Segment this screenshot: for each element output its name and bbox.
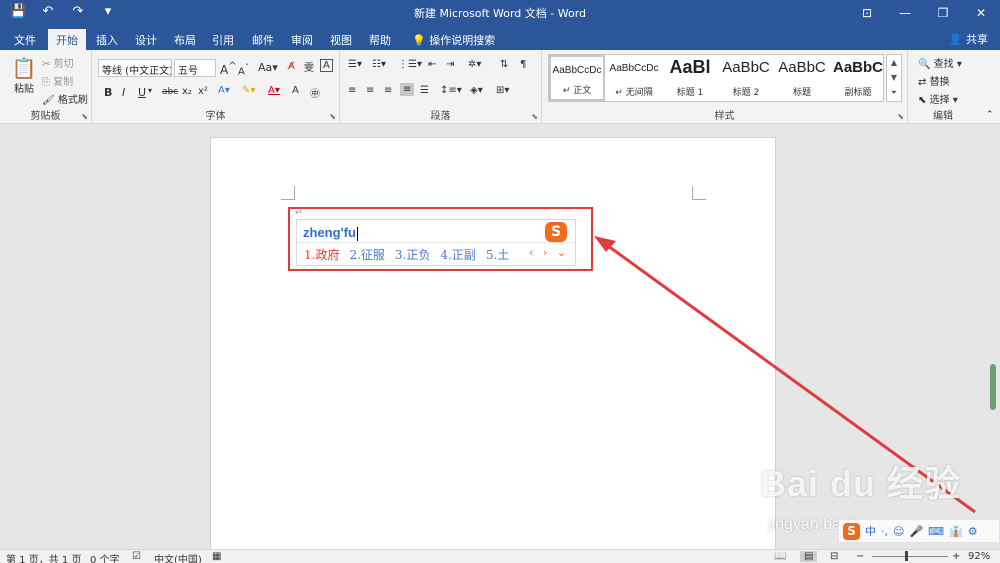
page-count[interactable]: 第 1 页，共 1 页 [6,551,81,563]
zoom-slider[interactable] [872,556,948,557]
word-count[interactable]: 0 个字 [90,551,120,563]
chinese-mode-icon[interactable]: 中 [865,523,876,539]
ime-toolbar: S 中 ·, ☺ 🎤 ⌨ 👔 ⚙ [838,519,1000,543]
settings-icon[interactable]: ⚙ [968,525,978,538]
proofing-icon[interactable]: ☑ [132,551,141,562]
skin-icon[interactable]: 👔 [949,525,963,538]
web-layout-icon[interactable]: ⊟ [830,551,838,562]
emoji-icon[interactable]: ☺ [893,525,904,538]
read-mode-icon[interactable]: 📖 [774,551,786,562]
zoom-level[interactable]: 92% [968,551,990,562]
watermark-logo: Bai du 经验 [760,463,962,504]
language-indicator[interactable]: 中文(中国) [154,551,202,563]
punctuation-icon[interactable]: ·, [881,525,888,538]
zoom-out-icon[interactable]: − [856,551,864,562]
macro-icon[interactable]: ▦ [212,551,221,562]
zoom-in-icon[interactable]: + [952,551,960,562]
zoom-slider-thumb[interactable] [905,551,908,561]
vertical-scrollbar[interactable] [990,364,996,410]
microphone-icon[interactable]: 🎤 [909,525,923,538]
status-bar: 第 1 页，共 1 页 0 个字 ☑ 中文(中国) ▦ 📖 ▤ ⊟ − + 92… [0,549,1000,563]
sogou-icon[interactable]: S [843,522,860,540]
keyboard-icon[interactable]: ⌨ [928,525,944,538]
print-layout-icon[interactable]: ▤ [800,551,818,562]
